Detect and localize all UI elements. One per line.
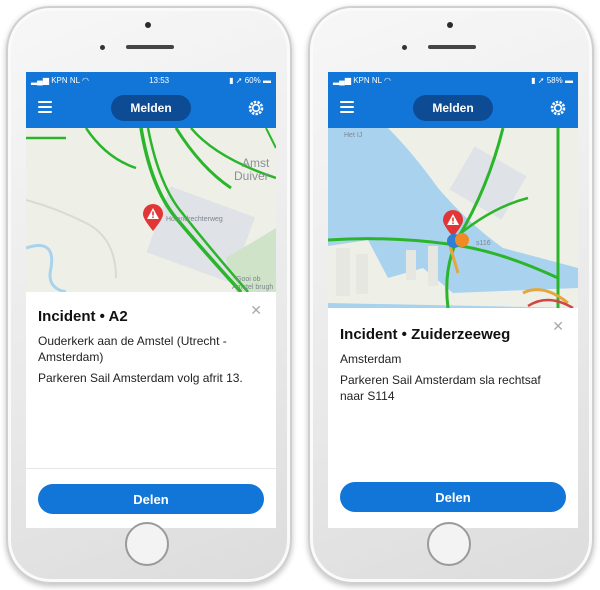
carrier-label: ▂▄▆ KPN NL ◠ xyxy=(333,75,392,85)
report-button[interactable]: Melden xyxy=(111,95,191,121)
incident-location: Amsterdam xyxy=(340,352,402,366)
incident-message: Parkeren Sail Amsterdam sla rechtsaf naa… xyxy=(340,373,541,403)
map-road-label: s116 xyxy=(476,240,491,247)
home-button[interactable] xyxy=(125,522,169,566)
top-navbar: Melden xyxy=(328,88,578,128)
incident-message: Parkeren Sail Amsterdam volg afrit 13. xyxy=(38,371,243,385)
carrier-label: ▂▄▆ KPN NL ◠ xyxy=(31,75,90,85)
incident-warning-icon[interactable] xyxy=(142,204,164,232)
map-place-label: Amst xyxy=(242,156,270,170)
status-bar: ▂▄▆ KPN NL ◠ ▮ ➚ 58% ▬ xyxy=(328,72,578,88)
status-bar: ▂▄▆ KPN NL ◠ 13:53 ▮ ➚ 60% ▬ xyxy=(26,72,276,88)
traffic-map[interactable]: Amst Duiver Holendrechterweg Gooi ob Ams… xyxy=(26,128,276,292)
report-button[interactable]: Melden xyxy=(413,95,493,121)
proximity-sensor xyxy=(402,45,407,50)
earpiece-speaker xyxy=(126,45,174,49)
gear-icon[interactable] xyxy=(550,100,566,116)
share-button[interactable]: Delen xyxy=(38,484,264,514)
proximity-sensor xyxy=(100,45,105,50)
map-street-label: Holendrechterweg xyxy=(166,216,223,223)
map-water-label: Het IJ xyxy=(344,132,363,139)
close-icon[interactable]: ✕ xyxy=(552,318,564,335)
app-screen: ▂▄▆ KPN NL ◠ 13:53 ▮ ➚ 60% ▬ Melden Amst… xyxy=(26,72,276,528)
hamburger-menu-icon[interactable] xyxy=(38,101,52,113)
front-camera xyxy=(145,22,151,28)
incident-location: Ouderkerk aan de Amstel (Utrecht - Amste… xyxy=(38,334,227,364)
roadwork-icon[interactable] xyxy=(446,232,470,250)
clock: 13:53 xyxy=(149,75,170,85)
incident-card: ✕ Incident • A2 Ouderkerk aan de Amstel … xyxy=(26,292,276,528)
divider xyxy=(26,468,276,469)
front-camera xyxy=(447,22,453,28)
battery-indicator: ▮ ➚ 60% ▬ xyxy=(229,75,271,85)
hamburger-menu-icon[interactable] xyxy=(340,101,354,113)
app-screen: ▂▄▆ KPN NL ◠ ▮ ➚ 58% ▬ Melden Het IJ s11… xyxy=(328,72,578,528)
incident-title: Incident • Zuiderzeeweg xyxy=(340,326,511,343)
top-navbar: Melden xyxy=(26,88,276,128)
map-street-label: Gooi ob xyxy=(236,276,261,283)
gear-icon[interactable] xyxy=(248,100,264,116)
earpiece-speaker xyxy=(428,45,476,49)
incident-title: Incident • A2 xyxy=(38,308,128,325)
phone-right: ▂▄▆ KPN NL ◠ ▮ ➚ 58% ▬ Melden Het IJ s11… xyxy=(308,6,594,584)
incident-card: ✕ Incident • Zuiderzeeweg Amsterdam Park… xyxy=(328,308,578,528)
map-street-label: Amstel brugh xyxy=(232,284,274,291)
close-icon[interactable]: ✕ xyxy=(250,302,262,319)
phone-left: ▂▄▆ KPN NL ◠ 13:53 ▮ ➚ 60% ▬ Melden Amst… xyxy=(6,6,292,584)
map-place-label: Duiver xyxy=(234,169,269,183)
share-button[interactable]: Delen xyxy=(340,482,566,512)
traffic-map[interactable]: Het IJ s116 xyxy=(328,128,578,308)
home-button[interactable] xyxy=(427,522,471,566)
battery-indicator: ▮ ➚ 58% ▬ xyxy=(531,75,573,85)
